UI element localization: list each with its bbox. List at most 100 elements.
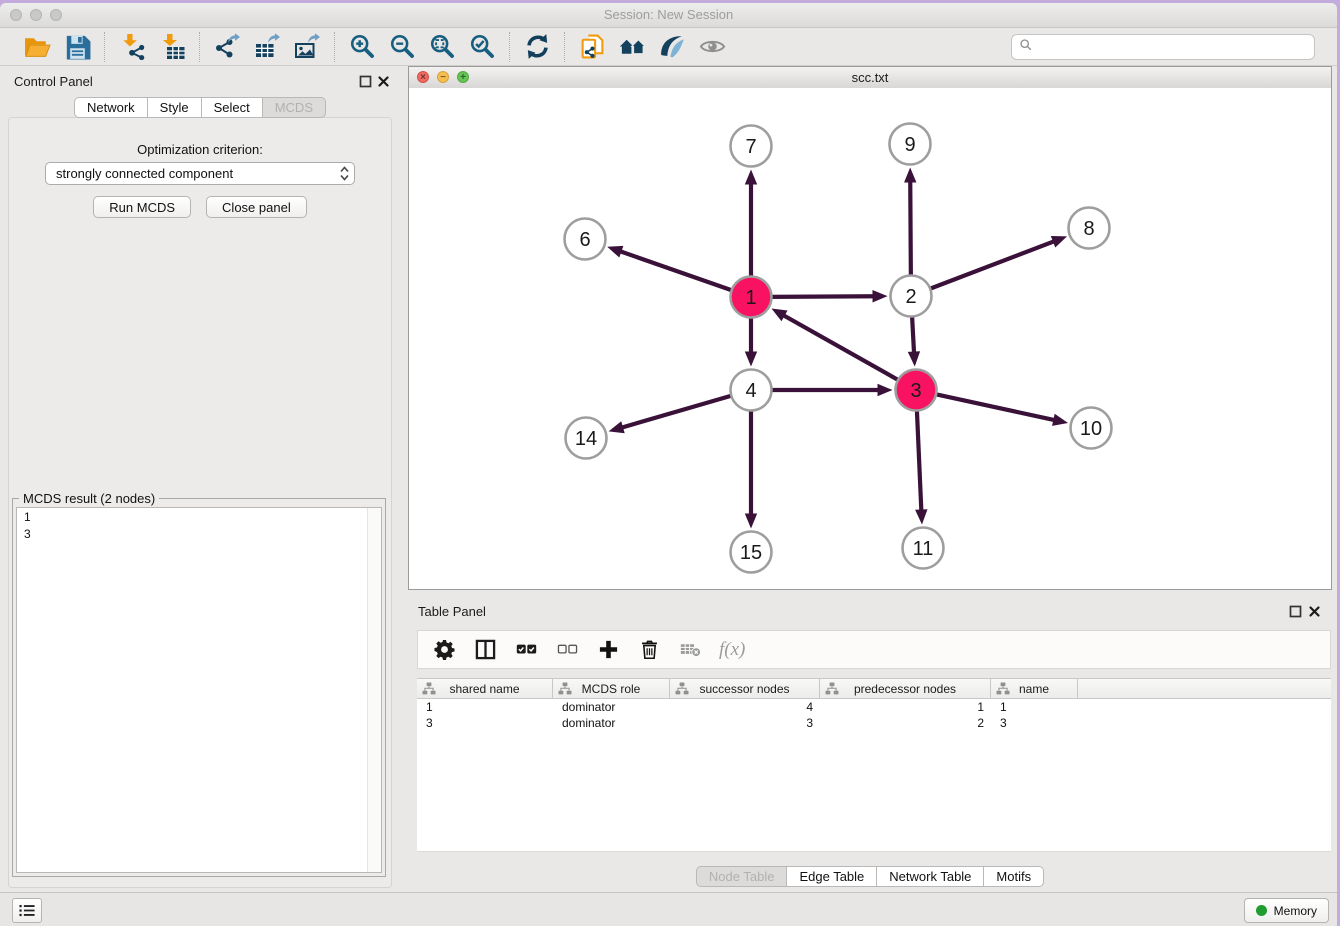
table-panel-title: Table Panel	[418, 604, 486, 619]
graph-edge-3-11[interactable]	[915, 407, 927, 524]
export-network-icon[interactable]	[211, 32, 243, 62]
control-panel-tabs: NetworkStyleSelectMCDS	[0, 97, 400, 118]
export-table-icon[interactable]	[251, 32, 283, 62]
graph-node-6[interactable]: 6	[565, 219, 606, 260]
float-table-panel-icon[interactable]	[1289, 605, 1302, 618]
tab-motifs[interactable]: Motifs	[984, 866, 1044, 887]
close-panel-button[interactable]: Close panel	[206, 196, 307, 218]
graph-node-1[interactable]: 1	[731, 277, 772, 318]
graph-node-9[interactable]: 9	[890, 124, 931, 165]
column-header-name[interactable]: name	[991, 679, 1078, 698]
home-neighbors-icon[interactable]	[616, 32, 648, 62]
toolbar-group	[200, 32, 334, 62]
search-input[interactable]	[1037, 38, 1307, 55]
memory-status-dot	[1256, 905, 1267, 916]
cell-name: 3	[991, 715, 1078, 731]
dropdown-stepper-icon	[339, 165, 350, 182]
tab-select[interactable]: Select	[202, 97, 263, 118]
memory-button[interactable]: Memory	[1244, 898, 1329, 923]
node-label: 6	[579, 229, 590, 251]
toggle-columns-icon[interactable]	[473, 638, 497, 662]
graph-edge-3-1[interactable]	[771, 309, 900, 382]
edge-arrowhead	[1051, 236, 1067, 248]
table-row[interactable]: 3dominator323	[417, 715, 1331, 731]
run-mcds-button[interactable]: Run MCDS	[93, 196, 191, 218]
column-header-successor-nodes[interactable]: successor nodes	[670, 679, 820, 698]
graph-edge-2-9[interactable]	[904, 167, 916, 278]
graph-edge-3-10[interactable]	[933, 394, 1068, 426]
network-canvas[interactable]: 7 9 6 8 1 2 4 3 14 10 15 11	[409, 88, 1331, 589]
column-header-predecessor-nodes[interactable]: predecessor nodes	[820, 679, 991, 698]
tab-style[interactable]: Style	[148, 97, 202, 118]
column-header-shared-name[interactable]: shared name	[417, 679, 553, 698]
graph-node-8[interactable]: 8	[1069, 208, 1110, 249]
task-history-button[interactable]	[12, 898, 42, 923]
search-icon	[1019, 38, 1032, 56]
graph-edge-2-8[interactable]	[927, 236, 1067, 290]
select-all-icon[interactable]	[514, 638, 538, 662]
graph-node-2[interactable]: 2	[891, 276, 932, 317]
mcds-buttons: Run MCDS Close panel	[9, 196, 391, 218]
graph-edge-4-3[interactable]	[769, 384, 893, 396]
zoom-fit-icon[interactable]	[426, 32, 458, 62]
add-column-icon[interactable]	[596, 638, 620, 662]
float-panel-icon[interactable]	[359, 75, 372, 88]
edge-arrowhead	[745, 514, 757, 529]
deselect-all-icon[interactable]	[555, 638, 579, 662]
close-panel-icon[interactable]	[377, 75, 390, 88]
apply-function-icon: f(x)	[719, 638, 745, 662]
toolbar-group	[335, 32, 509, 62]
node-label: 10	[1080, 418, 1102, 440]
edge-arrowhead	[908, 351, 920, 366]
delete-selected-icon[interactable]	[637, 638, 661, 662]
cell-MCDS-role: dominator	[553, 699, 670, 715]
graph-edge-1-6[interactable]	[607, 246, 734, 291]
result-scrollbar[interactable]	[367, 508, 381, 872]
show-hide-icon[interactable]	[696, 32, 728, 62]
open-session-icon[interactable]	[21, 32, 53, 62]
graph-edge-4-15[interactable]	[745, 408, 757, 529]
apply-layout-icon[interactable]	[521, 32, 553, 62]
optimization-select[interactable]: strongly connected component	[45, 162, 355, 185]
graph-node-14[interactable]: 14	[566, 418, 607, 459]
node-label: 2	[905, 286, 916, 308]
graph-edge-1-4[interactable]	[745, 315, 757, 367]
graph-node-11[interactable]: 11	[903, 528, 944, 569]
table-panel: Table Panel f(x) shared nameMCDS rolesuc…	[408, 598, 1332, 892]
zoom-in-icon[interactable]	[346, 32, 378, 62]
graph-edge-1-7[interactable]	[745, 170, 757, 280]
tab-mcds[interactable]: MCDS	[263, 97, 326, 118]
save-session-icon[interactable]	[61, 32, 93, 62]
export-image-icon[interactable]	[291, 32, 323, 62]
graph-edge-2-3[interactable]	[908, 313, 920, 366]
graph-node-15[interactable]: 15	[731, 532, 772, 573]
tab-node-table[interactable]: Node Table	[696, 866, 788, 887]
tab-edge-table[interactable]: Edge Table	[787, 866, 877, 887]
close-table-panel-icon[interactable]	[1308, 605, 1321, 618]
graph-node-4[interactable]: 4	[731, 370, 772, 411]
toolbar-icon-groups	[10, 32, 739, 62]
import-network-icon[interactable]	[116, 32, 148, 62]
cell-successor-nodes: 3	[670, 715, 820, 731]
style-preview-icon[interactable]	[656, 32, 688, 62]
column-header-MCDS-role[interactable]: MCDS role	[553, 679, 670, 698]
zoom-out-icon[interactable]	[386, 32, 418, 62]
duplicate-network-icon[interactable]	[576, 32, 608, 62]
tab-network[interactable]: Network	[74, 97, 148, 118]
graph-node-10[interactable]: 10	[1071, 408, 1112, 449]
graph-node-7[interactable]: 7	[731, 126, 772, 167]
zoom-selected-icon[interactable]	[466, 32, 498, 62]
node-label: 4	[745, 380, 756, 402]
settings-gear-icon[interactable]	[432, 638, 456, 662]
column-header-filler	[1078, 679, 1331, 698]
graph-node-3[interactable]: 3	[896, 370, 937, 411]
import-table-icon[interactable]	[156, 32, 188, 62]
tree-icon	[422, 682, 436, 695]
graph-edge-4-14[interactable]	[609, 395, 735, 433]
mcds-result-area: 13	[16, 507, 382, 873]
tab-network-table[interactable]: Network Table	[877, 866, 984, 887]
table-header: shared nameMCDS rolesuccessor nodesprede…	[417, 678, 1331, 699]
graph-edge-1-2[interactable]	[768, 290, 887, 302]
table-row[interactable]: 1dominator411	[417, 699, 1331, 715]
window-titlebar: Session: New Session	[0, 3, 1337, 28]
